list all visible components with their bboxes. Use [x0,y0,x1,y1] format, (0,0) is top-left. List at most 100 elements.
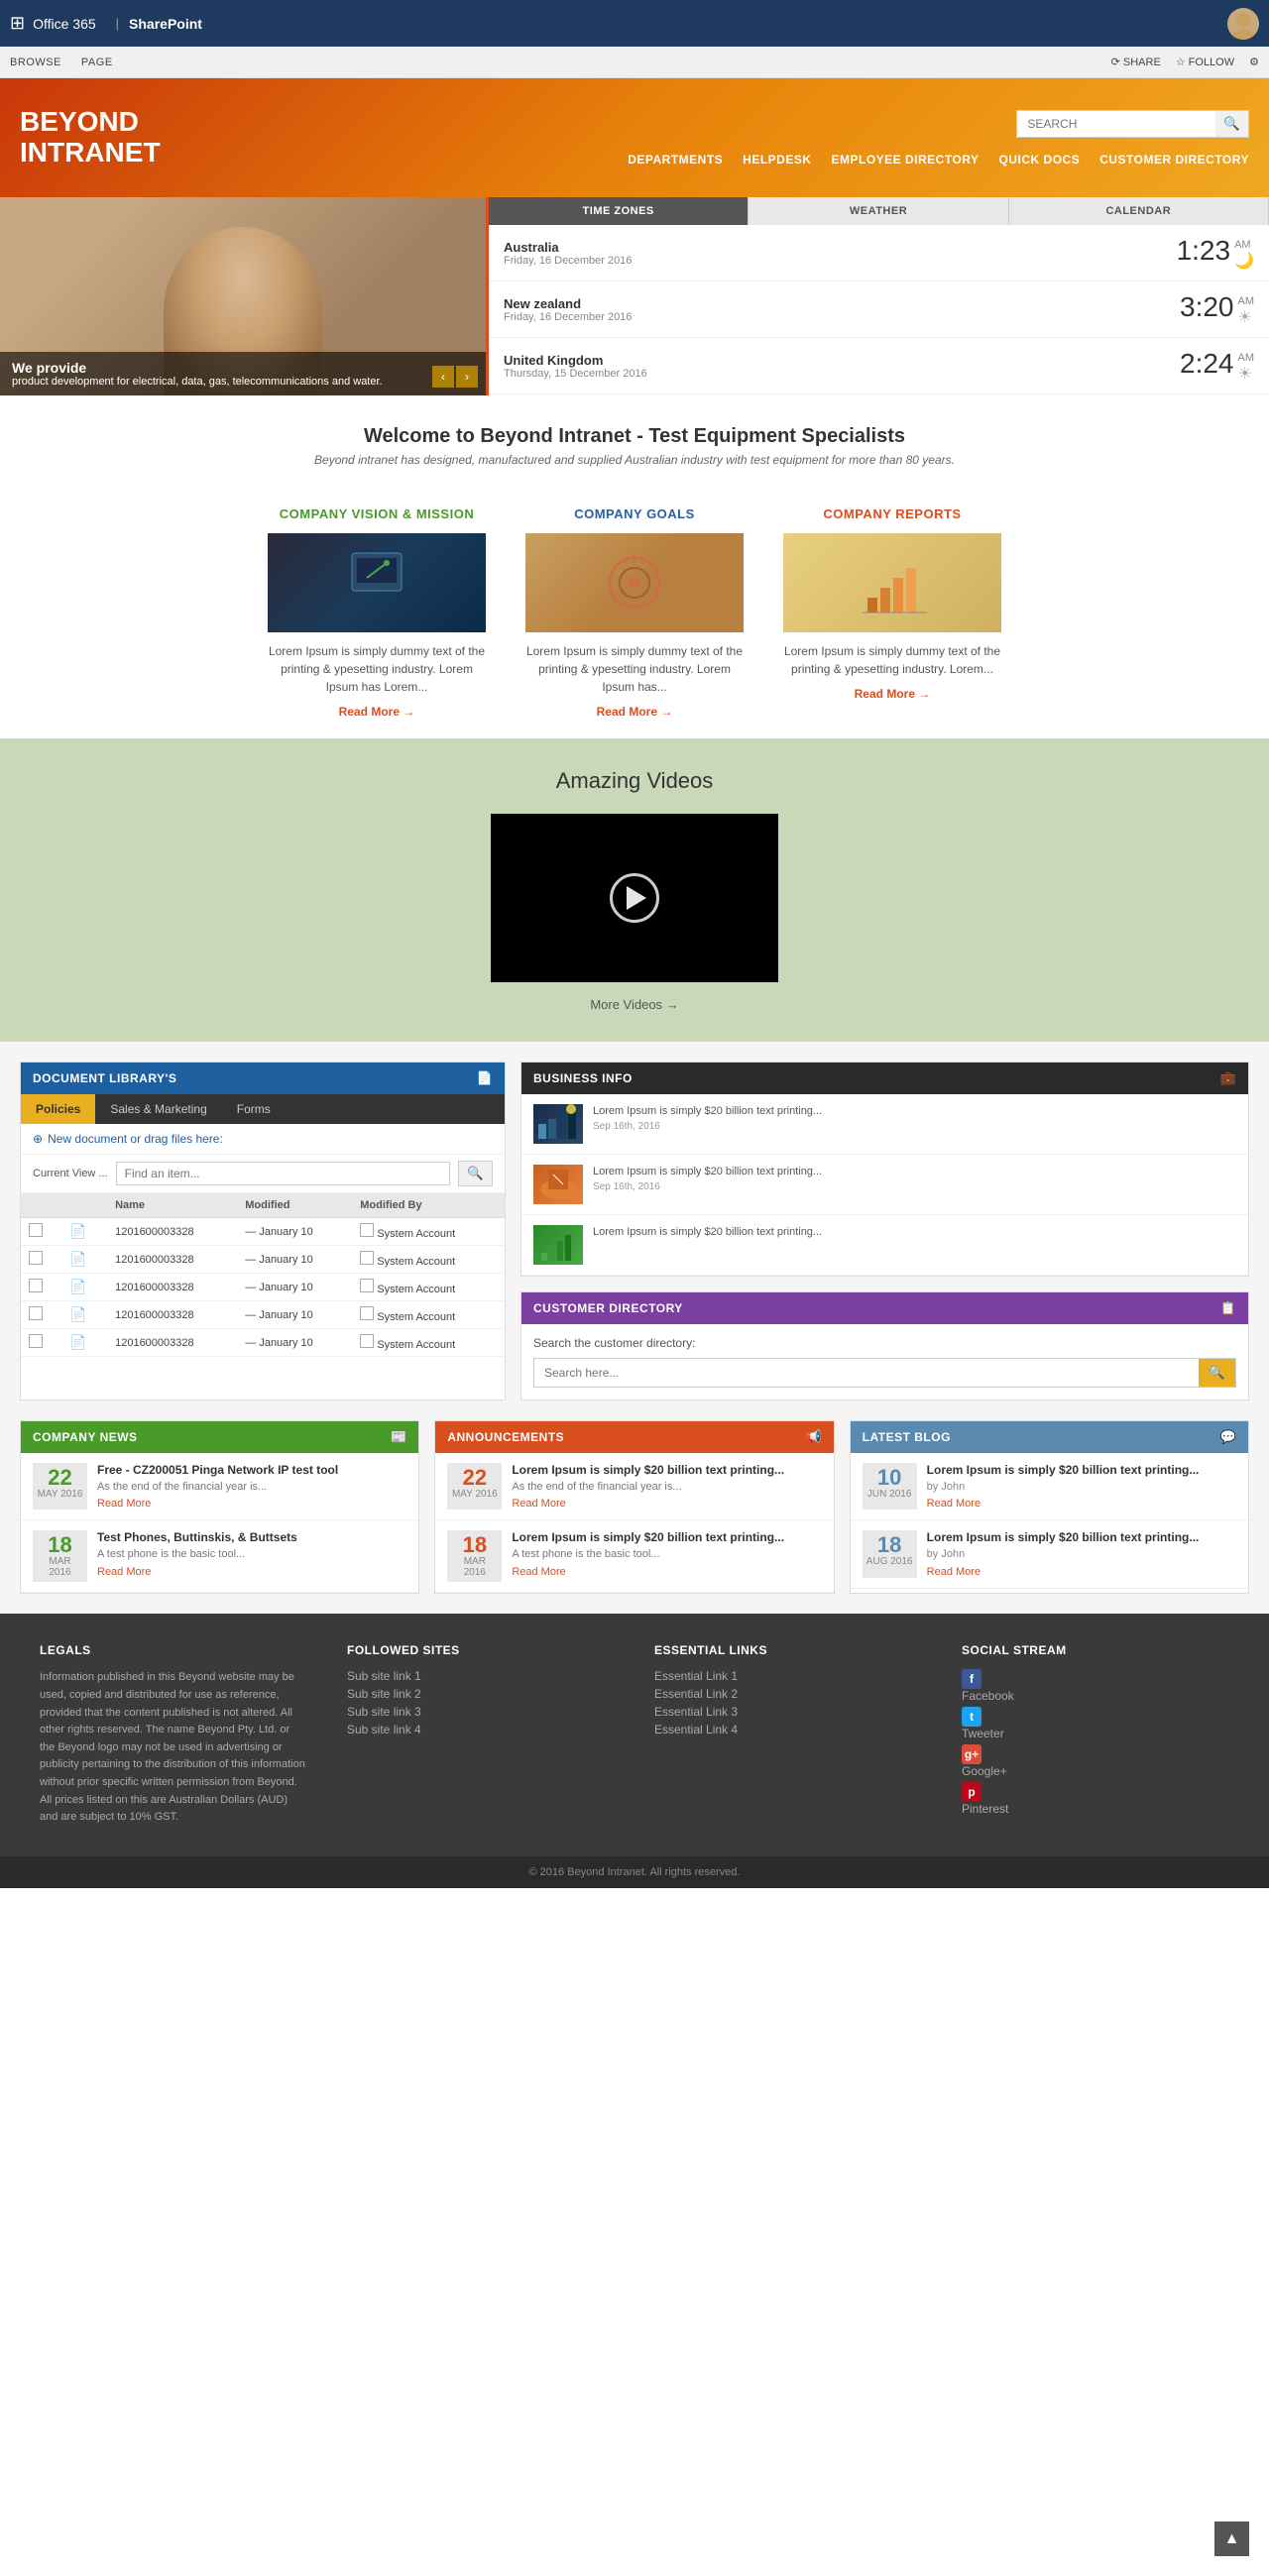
doc-library: DOCUMENT LIBRARY'S 📄 Policies Sales & Ma… [20,1062,506,1400]
doc-search-input[interactable] [116,1162,451,1185]
nav-employee-directory[interactable]: EMPLOYEE DIRECTORY [832,153,980,167]
nav-quick-docs[interactable]: QUICK DOCS [999,153,1081,167]
more-videos-link[interactable]: More Videos [590,997,678,1012]
row-name[interactable]: 1201600003328 [107,1301,237,1329]
row-name[interactable]: 1201600003328 [107,1246,237,1274]
hero-caption: We provide product development for elect… [0,352,486,395]
card-goals-read-more[interactable]: Read More [597,705,673,719]
googleplus-icon: g+ [962,1744,981,1764]
hero-prev-button[interactable]: ‹ [432,366,454,388]
current-view-label: Current View ... [33,1168,108,1179]
row-modified: — January 10 [237,1218,352,1246]
col-name[interactable]: Name [107,1193,237,1218]
followed-link-4[interactable]: Sub site link 4 [347,1723,615,1736]
doc-search-button[interactable]: 🔍 [458,1161,493,1186]
video-player[interactable] [491,814,778,982]
tz-sun-icon-uk: ☀ [1238,364,1252,384]
hero-next-button[interactable]: › [456,366,478,388]
scroll-top-button[interactable]: ▲ [1214,2521,1249,2556]
social-facebook[interactable]: f Facebook [962,1669,1229,1703]
col-modified-by[interactable]: Modified By [352,1193,505,1218]
followed-link-2[interactable]: Sub site link 2 [347,1687,615,1701]
social-pinterest[interactable]: p Pinterest [962,1782,1229,1816]
col-modified[interactable]: Modified [237,1193,352,1218]
announcements-header: ANNOUNCEMENTS 📢 [435,1421,833,1453]
business-info-title: BUSINESS INFO [533,1071,633,1085]
essential-link-3[interactable]: Essential Link 3 [654,1705,922,1719]
nav-helpdesk[interactable]: HELPDESK [743,153,811,167]
tab-calendar[interactable]: CALENDAR [1009,197,1269,225]
company-news: COMPANY NEWS 📰 22 MAY 2016 Free - CZ2000… [20,1420,419,1594]
nav-customer-directory[interactable]: CUSTOMER DIRECTORY [1099,153,1249,167]
time-zones-panel: TIME ZONES WEATHER CALENDAR Australia Fr… [486,197,1269,395]
tz-uk: United Kingdom Thursday, 15 December 201… [489,338,1269,394]
sharepoint-label: SharePoint [129,16,202,32]
news-date-2: 18 MAR 2016 [33,1530,87,1582]
card-vision-text: Lorem Ipsum is simply dummy text of the … [268,642,486,696]
share-button[interactable]: ⟳ SHARE [1111,56,1161,68]
followed-link-1[interactable]: Sub site link 1 [347,1669,615,1683]
essential-link-1[interactable]: Essential Link 1 [654,1669,922,1683]
row-name[interactable]: 1201600003328 [107,1274,237,1301]
card-reports-read-more[interactable]: Read More [855,687,931,701]
row-icon: 📄 [61,1274,107,1301]
page-button[interactable]: PAGE [81,56,113,68]
footer-essential: ESSENTIAL LINKS Essential Link 1 Essenti… [654,1643,922,1826]
customer-dir-header: CUSTOMER DIRECTORY 📋 [521,1292,1248,1324]
social-twitter[interactable]: t Tweeter [962,1707,1229,1740]
row-check[interactable] [21,1246,61,1274]
business-info-header: BUSINESS INFO 💼 [521,1063,1248,1094]
tab-time-zones[interactable]: TIME ZONES [489,197,749,225]
row-check[interactable] [21,1274,61,1301]
doc-table-body: 📄 1201600003328 — January 10 System Acco… [21,1218,505,1357]
grid-icon[interactable]: ⊞ [10,13,25,34]
social-googleplus[interactable]: g+ Google+ [962,1744,1229,1778]
avatar[interactable] [1227,8,1259,40]
search-button[interactable]: 🔍 [1215,111,1248,137]
customer-search-button[interactable]: 🔍 [1199,1359,1235,1387]
tz-moon-icon: 🌙 [1234,251,1254,271]
ribbon-right: ⟳ SHARE ☆ FOLLOW ⚙ [1111,56,1259,68]
news-read-more-1[interactable]: Read More [97,1498,151,1510]
tab-sales-marketing[interactable]: Sales & Marketing [95,1094,221,1124]
doc-new[interactable]: ⊕ New document or drag files here: [21,1124,505,1155]
tab-weather[interactable]: WEATHER [749,197,1008,225]
tz-tabs: TIME ZONES WEATHER CALENDAR [489,197,1269,225]
nav-departments[interactable]: DEPARTMENTS [628,153,723,167]
tab-policies[interactable]: Policies [21,1094,95,1124]
blog-read-more-2[interactable]: Read More [927,1566,981,1578]
announcements: ANNOUNCEMENTS 📢 22 MAY 2016 Lorem Ipsum … [434,1420,834,1594]
table-row: 📄 1201600003328 — January 10 System Acco… [21,1274,505,1301]
followed-link-3[interactable]: Sub site link 3 [347,1705,615,1719]
doc-tabs: Policies Sales & Marketing Forms [21,1094,505,1124]
essential-link-4[interactable]: Essential Link 4 [654,1723,922,1736]
row-check[interactable] [21,1329,61,1357]
videos-section: Amazing Videos More Videos [0,738,1269,1042]
essential-link-2[interactable]: Essential Link 2 [654,1687,922,1701]
site-footer: LEGALS Information published in this Bey… [0,1614,1269,1855]
follow-button[interactable]: ☆ FOLLOW [1176,56,1234,68]
search-input[interactable] [1017,111,1215,137]
settings-icon[interactable]: ⚙ [1249,56,1259,68]
card-vision-read-more[interactable]: Read More [339,705,415,719]
row-check[interactable] [21,1218,61,1246]
blog-read-more-1[interactable]: Read More [927,1498,981,1510]
tab-forms[interactable]: Forms [222,1094,286,1124]
row-name[interactable]: 1201600003328 [107,1218,237,1246]
ann-read-more-1[interactable]: Read More [512,1498,565,1510]
customer-search-input[interactable] [534,1359,1199,1387]
play-button[interactable] [610,873,659,923]
row-name[interactable]: 1201600003328 [107,1329,237,1357]
add-icon: ⊕ [33,1132,43,1146]
news-item-1: 22 MAY 2016 Free - CZ200051 Pinga Networ… [21,1453,418,1520]
doc-table: Name Modified Modified By 📄 120160000332… [21,1193,505,1357]
office365-label: Office 365 [33,16,96,32]
browse-button[interactable]: BROWSE [10,56,61,68]
news-read-more-2[interactable]: Read More [97,1566,151,1578]
star-icon: ☆ [1176,56,1186,68]
ann-read-more-2[interactable]: Read More [512,1566,565,1578]
row-check[interactable] [21,1301,61,1329]
footer-copyright: © 2016 Beyond Intranet. All rights reser… [0,1856,1269,1888]
footer-social-title: SOCIAL STREAM [962,1643,1229,1657]
latest-blog-header: LATEST BLOG 💬 [851,1421,1248,1453]
